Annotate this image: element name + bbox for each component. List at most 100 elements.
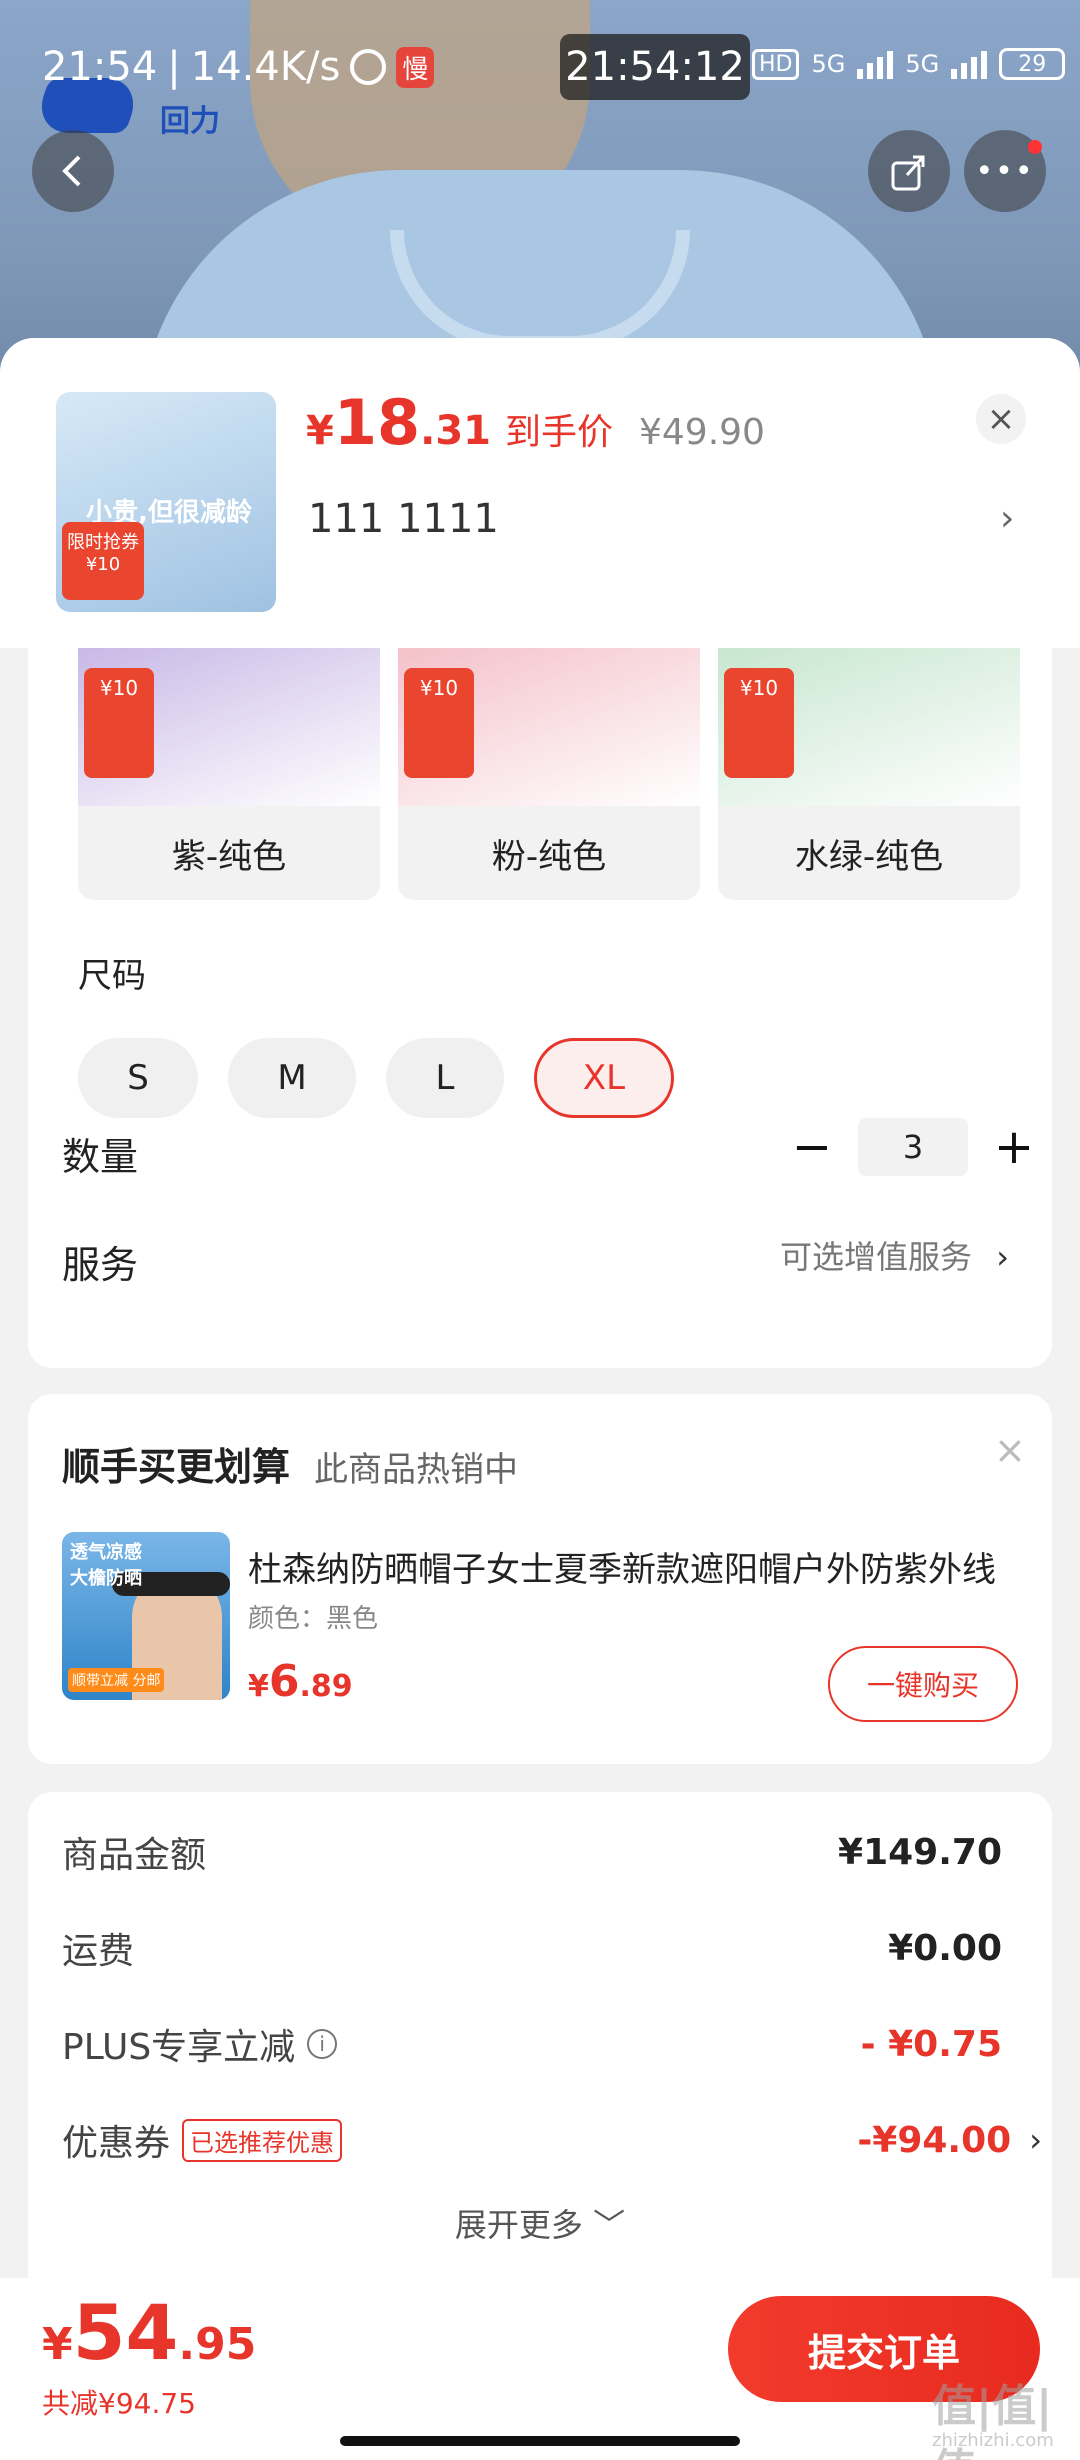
summary-row-goods: 商品金额 ¥149.70	[62, 1826, 1002, 1878]
addon-product-color: 颜色：黑色	[248, 1604, 379, 1634]
addon-close-icon[interactable]: ×	[994, 1428, 1026, 1472]
service-label: 服务	[62, 1243, 139, 1287]
signal-icon-2	[951, 49, 988, 79]
addon-image-text: 透气凉感 大檐防晒	[70, 1542, 142, 1589]
coupon-value-group: -¥94.00 ›	[857, 2120, 1042, 2161]
selected-spec[interactable]: 111 1111	[308, 496, 499, 542]
color-option-label: 水绿-纯色	[794, 836, 944, 877]
total-price: ¥54.95	[42, 2288, 256, 2377]
size-option[interactable]: L	[386, 1038, 504, 1118]
status-divider: |	[167, 44, 181, 90]
color-option-label: 粉-纯色	[491, 836, 607, 877]
addon-product-image[interactable]: 透气凉感 大檐防晒 顺带立减 分邮	[62, 1532, 230, 1700]
price-label: 到手价	[504, 412, 613, 453]
summary-row-coupon[interactable]: 优惠券 已选推荐优惠 -¥94.00 ›	[62, 2114, 1042, 2166]
plus-button[interactable]: +	[990, 1119, 1038, 1175]
close-icon: ×	[986, 399, 1016, 439]
addon-price-decimal: .89	[299, 1669, 353, 1704]
coupon-badge: 已选推荐优惠	[182, 2118, 343, 2162]
addon-price-symbol: ¥	[248, 1669, 269, 1704]
color-option[interactable]: ¥10 紫-纯色	[78, 648, 380, 900]
product-thumbnail[interactable]: 小贵,但很减龄 限时抢券 ¥10	[56, 392, 276, 612]
status-speed: 14.4K/s	[190, 44, 341, 90]
spec-card: ¥10 紫-纯色 ¥10 粉-纯色 ¥10 水绿-纯色 尺码 S M L XL 数量 − 3 +…	[28, 648, 1052, 1368]
battery-icon: 29	[999, 48, 1066, 80]
original-price: ¥49.90	[639, 412, 765, 453]
notification-dot	[1028, 140, 1042, 154]
total-symbol: ¥	[42, 2319, 73, 2370]
addon-image-badge: 顺带立减 分邮	[68, 1668, 165, 1692]
total-integer: 54	[72, 2288, 179, 2377]
summary-label: 优惠券	[62, 2123, 171, 2164]
addon-product-name[interactable]: 杜森纳防晒帽子女士夏季新款遮阳帽户外防紫外线	[248, 1542, 1008, 1591]
addon-price-integer: 6	[268, 1656, 300, 1707]
color-options: ¥10 紫-纯色 ¥10 粉-纯色 ¥10 水绿-纯色	[78, 648, 1020, 900]
addon-price: ¥6.89	[248, 1656, 353, 1707]
color-option[interactable]: ¥10 水绿-纯色	[718, 648, 1020, 900]
summary-value: -¥94.00	[857, 2119, 1012, 2161]
chevron-right-icon[interactable]: ›	[1000, 498, 1014, 539]
back-button[interactable]	[32, 130, 114, 212]
summary-label: 运费	[62, 1931, 135, 1972]
swatch-coupon-tag: ¥10	[404, 668, 474, 778]
summary-value: ¥0.00	[888, 1927, 1002, 1969]
size-option[interactable]: XL	[534, 1038, 674, 1118]
one-click-buy-button[interactable]: 一键购买	[828, 1646, 1018, 1722]
share-icon	[891, 155, 925, 191]
quantity-stepper[interactable]: − 3 +	[788, 1118, 1038, 1176]
color-swatch-image: ¥10	[398, 648, 700, 806]
color-swatch-image: ¥10	[78, 648, 380, 806]
expand-more-button[interactable]: 展开更多 ﹀	[28, 2200, 1052, 2246]
watermark-sub: zhizhizhi.com	[932, 2430, 1054, 2451]
swatch-coupon-tag: ¥10	[724, 668, 794, 778]
total-decimal: .95	[178, 2319, 257, 2370]
sheet-header: 小贵,但很减龄 限时抢券 ¥10 ¥18.31 到手价 ¥49.90 111 1…	[0, 338, 1080, 648]
status-left: 21:54 | 14.4K/s 慢	[42, 44, 435, 90]
total-saved: 共减¥94.75	[42, 2387, 196, 2420]
final-price: ¥18.31	[306, 386, 491, 459]
status-right: HD 5G 5G 29	[752, 48, 1066, 80]
size-title: 尺码	[78, 956, 146, 996]
signal-icon	[857, 49, 894, 79]
close-button[interactable]: ×	[976, 394, 1026, 444]
addon-card: 顺手买更划算 此商品热销中 × 透气凉感 大檐防晒 顺带立减 分邮 杜森纳防晒帽…	[28, 1394, 1052, 1764]
quantity-label: 数量	[62, 1135, 139, 1179]
thumbnail-coupon-tag: 限时抢券 ¥10	[62, 522, 144, 600]
summary-value: - ¥0.75	[860, 2023, 1002, 2065]
size-option[interactable]: M	[228, 1038, 356, 1118]
service-selector[interactable]: 可选增值服务 ›	[780, 1232, 1009, 1278]
summary-value: ¥149.70	[838, 1831, 1002, 1873]
color-option[interactable]: ¥10 粉-纯色	[398, 648, 700, 900]
info-icon[interactable]: i	[307, 2029, 338, 2059]
share-button[interactable]	[868, 130, 950, 212]
service-value: 可选增值服务	[780, 1238, 973, 1276]
hd-icon: HD	[752, 48, 800, 80]
more-dots-icon: •••	[975, 153, 1035, 189]
more-button[interactable]: •••	[964, 130, 1046, 212]
summary-label: PLUS专享立减	[62, 2027, 296, 2068]
home-indicator[interactable]	[340, 2436, 740, 2446]
addon-title: 顺手买更划算	[62, 1445, 291, 1489]
summary-label-group: PLUS专享立减 i	[62, 2018, 338, 2070]
price-row: ¥18.31 到手价 ¥49.90	[306, 386, 765, 459]
network-label-1: 5G	[811, 50, 846, 78]
addon-subtitle: 此商品热销中	[314, 1450, 518, 1490]
alarm-icon	[350, 49, 387, 85]
price-integer: 18	[333, 386, 421, 459]
summary-row-shipping: 运费 ¥0.00	[62, 1922, 1002, 1974]
status-bar: 21:54 | 14.4K/s 慢 21:54:12 HD 5G 5G 29	[0, 0, 1080, 130]
status-clock: 21:54	[42, 44, 158, 90]
quantity-value[interactable]: 3	[858, 1118, 968, 1176]
minus-button[interactable]: −	[788, 1119, 836, 1175]
bottom-bar: ¥54.95 共减¥94.75 提交订单	[0, 2278, 1080, 2460]
summary-row-plus: PLUS专享立减 i - ¥0.75	[62, 2018, 1002, 2070]
summary-label-group: 优惠券 已选推荐优惠	[62, 2114, 343, 2166]
price-decimal: .31	[420, 408, 491, 454]
size-option[interactable]: S	[78, 1038, 198, 1118]
slow-badge: 慢	[396, 46, 435, 88]
color-option-label: 紫-纯色	[171, 836, 287, 877]
swatch-coupon-tag: ¥10	[84, 668, 154, 778]
color-swatch-image: ¥10	[718, 648, 1020, 806]
center-time: 21:54:12	[560, 34, 750, 100]
chevron-right-icon: ›	[1029, 2121, 1042, 2159]
